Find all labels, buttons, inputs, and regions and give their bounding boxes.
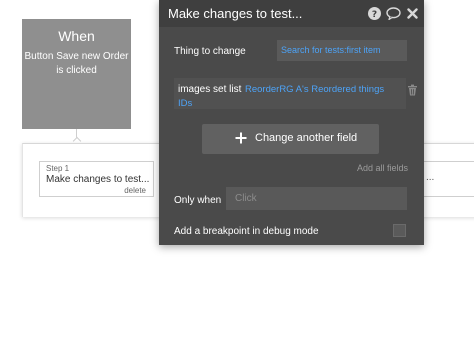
step-action-title: Make changes to test... bbox=[46, 174, 150, 185]
thing-to-change-input[interactable]: Search for tests:first item bbox=[277, 40, 407, 61]
comment-icon[interactable] bbox=[386, 7, 401, 20]
event-description: Button Save new Order is clicked bbox=[24, 51, 129, 76]
only-when-label: Only when bbox=[174, 195, 222, 206]
only-when-input[interactable]: Click bbox=[226, 187, 407, 210]
event-card[interactable]: When Button Save new Order is clicked bbox=[22, 19, 131, 129]
change-another-field-label: Change another field bbox=[255, 132, 358, 144]
step-number-label: Step 1 bbox=[46, 164, 70, 173]
close-icon[interactable] bbox=[407, 7, 418, 20]
property-editor-title: Make changes to test... bbox=[168, 6, 303, 21]
field-change-row[interactable]: images set list ReorderRG A's Reordered … bbox=[174, 78, 406, 109]
trash-icon[interactable] bbox=[407, 84, 418, 96]
step-card[interactable]: Step 1 Make changes to test... delete bbox=[39, 161, 154, 197]
step-delete-link[interactable]: delete bbox=[124, 186, 146, 195]
add-all-fields-link[interactable]: Add all fields bbox=[357, 163, 408, 173]
next-step-card[interactable]: ... bbox=[423, 161, 474, 197]
next-step-truncated: ... bbox=[426, 172, 435, 183]
only-when-placeholder: Click bbox=[235, 193, 257, 204]
thing-to-change-value: Search for tests:first item bbox=[281, 45, 381, 55]
thing-to-change-label: Thing to change bbox=[174, 46, 246, 57]
plus-icon bbox=[235, 132, 247, 144]
svg-text:?: ? bbox=[372, 10, 377, 20]
debug-breakpoint-checkbox[interactable] bbox=[393, 224, 406, 237]
event-title: When bbox=[58, 28, 95, 44]
debug-breakpoint-label: Add a breakpoint in debug mode bbox=[174, 226, 319, 237]
property-editor-header[interactable]: Make changes to test... ? bbox=[159, 0, 424, 27]
field-value-expression[interactable]: ReorderRG A's Reordered things IDs bbox=[178, 83, 393, 111]
property-editor: Make changes to test... ? Thing to chang… bbox=[159, 0, 424, 245]
help-icon[interactable]: ? bbox=[368, 7, 381, 20]
change-another-field-button[interactable]: Change another field bbox=[202, 124, 379, 154]
